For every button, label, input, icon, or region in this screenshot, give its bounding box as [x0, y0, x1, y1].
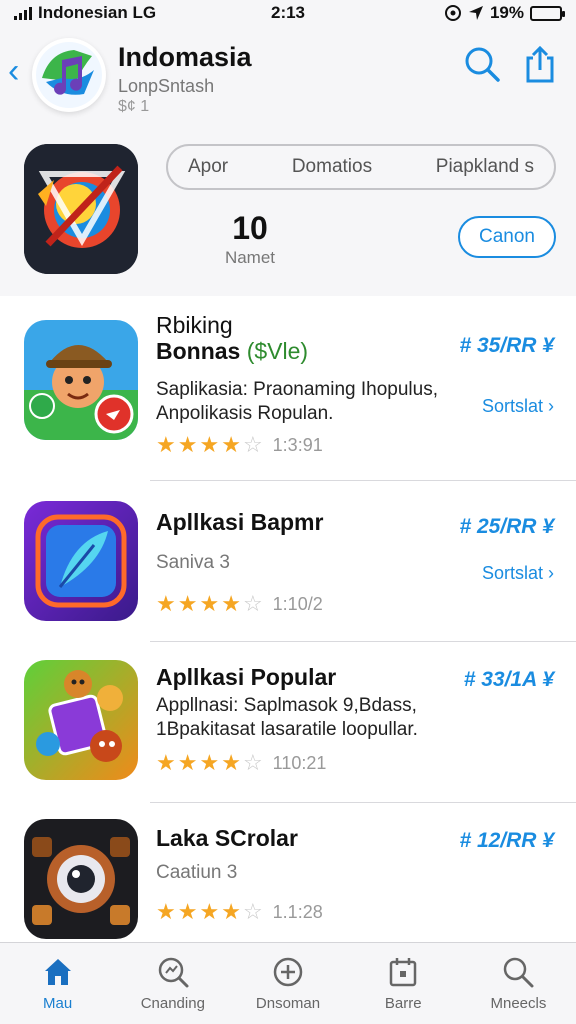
star-icon: ★ [177, 432, 198, 457]
search-icon [504, 957, 534, 988]
app-description: Appllnasi: Saplmasok 9,Bdass, 1Bpakitasa… [156, 695, 418, 740]
app-description: Saplikasia: Praonaming Ihopulus, Anpolik… [156, 379, 439, 424]
app-title: Indomasia [118, 42, 252, 72]
carrier-label: Indonesian LG [38, 3, 157, 22]
app-title-line2: Bonnas ($Vle) [156, 338, 309, 364]
app-header: ‹ Indomasia LonpSntash $¢ 1 [0, 30, 576, 130]
star-icon: ★ [221, 591, 241, 616]
rank-label: # 25/RR ¥ [459, 515, 554, 538]
star-icon: ★ [156, 899, 176, 924]
characters-app-icon [24, 660, 138, 780]
segmented-filter[interactable]: Apor Domatios Piapkland s [166, 144, 556, 190]
list-item[interactable]: Rbiking Bonnas ($Vle) Saplikasia: Praona… [0, 296, 576, 481]
star-empty-icon: ☆ [242, 591, 263, 616]
star-icon: ★ [177, 899, 198, 924]
app-list: Rbiking Bonnas ($Vle) Saplikasia: Praona… [0, 296, 576, 942]
plus-circle-icon [273, 957, 303, 987]
price-tag: ($Vle) [246, 338, 309, 364]
star-icon: ★ [156, 750, 176, 775]
star-icon: ★ [177, 750, 198, 775]
star-rating: ★ ★ ★ ★ ☆ 1:3:91 [156, 432, 323, 458]
game-character-icon [24, 320, 138, 440]
featured-section: Apor Domatios Piapkland s 10 Namet Canon [0, 140, 576, 290]
star-empty-icon: ☆ [242, 899, 263, 924]
star-icon: ★ [221, 899, 241, 924]
tab-bar: Mau Cnanding Dnsoman Barre Mneecls [0, 942, 576, 1024]
list-item[interactable]: Apllkasi Popular Appllnasi: Saplmasok 9,… [0, 642, 576, 803]
app-title: Apllkasi Bapmr [156, 509, 324, 535]
segment-2[interactable]: Domatios [292, 156, 372, 178]
feather-app-icon [24, 501, 138, 621]
star-icon: ★ [199, 750, 220, 775]
app-title: Rbiking [156, 312, 233, 338]
star-empty-icon: ☆ [242, 432, 263, 457]
featured-app-icon[interactable] [24, 144, 138, 274]
list-item[interactable]: Apllkasi Bapmr Saniva 3 # 25/RR ¥ Sortsl… [0, 481, 576, 642]
location-arrow-icon [468, 6, 483, 20]
search-icon[interactable] [462, 44, 502, 84]
tab-home[interactable]: Mau [0, 943, 115, 1024]
segment-1[interactable]: Apor [188, 156, 228, 178]
status-bar: Indonesian LG 2:13 19% [0, 0, 576, 26]
app-description: Saniva 3 [156, 552, 230, 573]
alarm-icon [444, 5, 461, 21]
tab-label: Barre [384, 995, 422, 1012]
share-icon[interactable] [520, 44, 560, 84]
star-icon: ★ [199, 432, 220, 457]
tab-calendar[interactable]: Barre [346, 943, 461, 1024]
home-icon [44, 959, 71, 985]
featured-count: 10 [232, 210, 268, 246]
star-icon: ★ [221, 432, 241, 457]
canon-button[interactable]: Canon [458, 216, 556, 258]
list-item[interactable]: Laka SCrolar Caatiun 3 # 12/RR ¥ ★ ★ ★ ★ ☆ 1… [0, 803, 576, 942]
sort-link[interactable]: Sortslat › [482, 563, 554, 584]
star-icon: ★ [177, 591, 198, 616]
app-price: $¢ 1 [118, 98, 150, 115]
star-rating: ★ ★ ★ ★ ☆ 110:21 [156, 750, 326, 776]
tab-label: Mneecls [490, 995, 547, 1012]
rating-count: 110:21 [272, 752, 327, 773]
star-icon: ★ [199, 899, 220, 924]
tab-label: Mau [43, 995, 73, 1012]
star-icon: ★ [199, 591, 220, 616]
rating-count: 1:3:91 [272, 434, 323, 455]
segment-3[interactable]: Piapkland s [436, 156, 534, 178]
calendar-icon [389, 958, 417, 987]
tab-label: Dnsoman [255, 995, 321, 1012]
rank-label: # 33/1A ¥ [463, 668, 554, 691]
rating-count: 1.1:28 [272, 901, 323, 922]
battery-label: 19% [489, 3, 524, 22]
rating-count: 1:10/2 [272, 593, 323, 614]
rank-label: # 35/RR ¥ [459, 334, 554, 357]
app-logo [32, 38, 106, 112]
tab-search[interactable]: Mneecls [461, 943, 576, 1024]
star-icon: ★ [156, 432, 176, 457]
sort-link[interactable]: Sortslat › [482, 396, 554, 417]
featured-count-label: Namet [224, 248, 276, 267]
tab-add[interactable]: Dnsoman [230, 943, 345, 1024]
app-subtitle: LonpSntash [118, 76, 215, 96]
app-description: Caatiun 3 [156, 862, 238, 883]
star-icon: ★ [156, 591, 176, 616]
battery-icon [530, 5, 565, 21]
app-title: Apllkasi Popular [156, 664, 337, 690]
signal-icon [14, 6, 32, 20]
tab-trending[interactable]: Cnanding [115, 943, 230, 1024]
star-empty-icon: ☆ [242, 750, 263, 775]
star-icon: ★ [221, 750, 241, 775]
rank-label: # 12/RR ¥ [459, 829, 554, 852]
app-title: Laka SCrolar [156, 825, 298, 851]
back-chevron-icon[interactable]: ‹ [8, 52, 19, 91]
star-rating: ★ ★ ★ ★ ☆ 1.1:28 [156, 899, 323, 925]
trending-search-icon [158, 957, 189, 988]
tab-label: Cnanding [140, 995, 205, 1012]
camera-robot-app-icon [24, 819, 138, 939]
star-rating: ★ ★ ★ ★ ☆ 1:10/2 [156, 591, 323, 617]
